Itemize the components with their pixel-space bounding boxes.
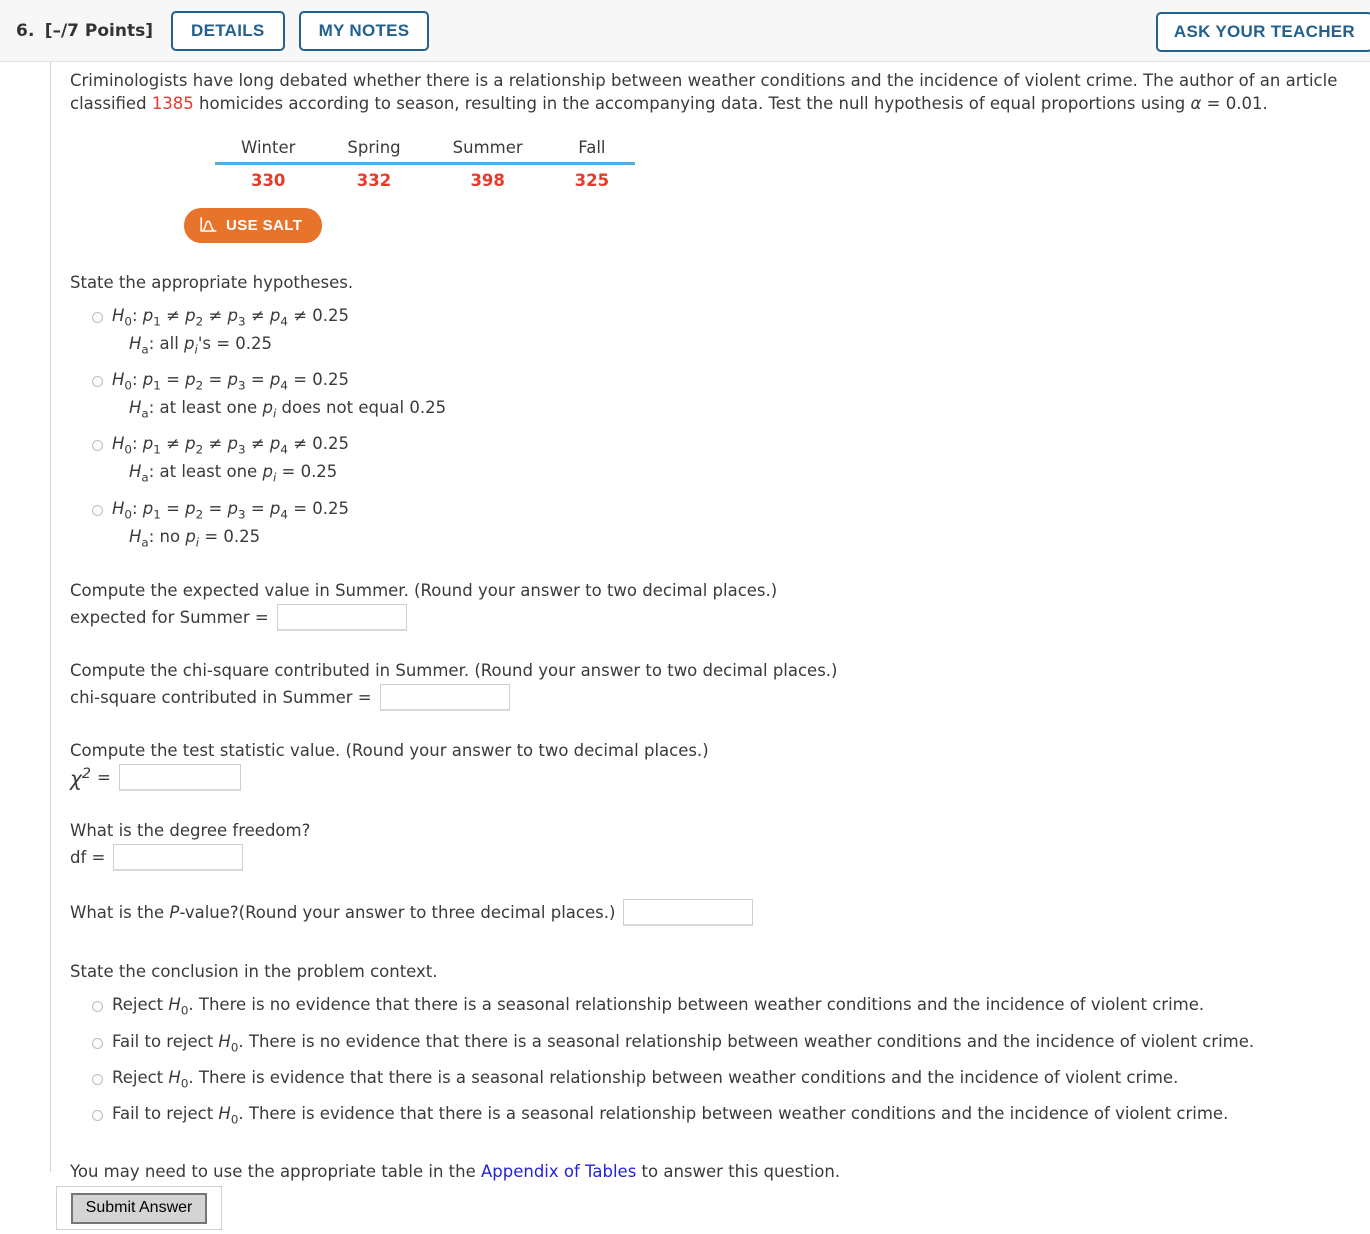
distribution-curve-icon bbox=[200, 217, 217, 233]
question-points: [–/7 Points] bbox=[44, 20, 153, 41]
hypothesis-2-alt: Ha: at least one pi does not equal 0.25 bbox=[129, 398, 447, 421]
conclusion-option-2-body: Fail to reject H0. There is no evidence … bbox=[112, 1031, 1255, 1054]
conclusion-option-1[interactable]: Reject H0. There is no evidence that the… bbox=[92, 993, 1355, 1019]
radio-hypothesis-4[interactable] bbox=[92, 504, 103, 516]
cell-summer-count: 398 bbox=[470, 170, 505, 190]
cell-fall-count: 325 bbox=[574, 170, 610, 190]
radio-conclusion-1[interactable] bbox=[92, 1001, 103, 1013]
hypothesis-1-null: H0: p1 ≠ p2 ≠ p3 ≠ p4 ≠ 0.25 bbox=[112, 305, 350, 328]
table-row: 330 332 398 325 bbox=[215, 163, 635, 194]
expected-value-question: Compute the expected value in Summer. (R… bbox=[70, 580, 778, 600]
hypothesis-1-alt: Ha: all pi's = 0.25 bbox=[129, 333, 273, 357]
hypothesis-3-alt: Ha: at least one pi = 0.25 bbox=[129, 462, 338, 485]
alpha-symbol: α bbox=[1190, 93, 1202, 113]
question-body: Criminologists have long debated whether… bbox=[0, 62, 1370, 1181]
radio-hypothesis-3[interactable] bbox=[92, 440, 103, 452]
test-statistic-question: Compute the test statistic value. (Round… bbox=[70, 741, 709, 761]
details-button[interactable]: DETAILS bbox=[171, 10, 285, 51]
hypothesis-4-alt: Ha: no pi = 0.25 bbox=[129, 526, 261, 550]
radio-hypothesis-1[interactable] bbox=[92, 311, 103, 323]
conclusion-section: State the conclusion in the problem cont… bbox=[70, 960, 1355, 1128]
use-salt-label: USE SALT bbox=[226, 216, 303, 234]
hypotheses-option-list: H0: p1 ≠ p2 ≠ p3 ≠ p4 ≠ 0.25 Ha: all pi'… bbox=[70, 304, 1355, 551]
conclusion-option-3-body: Reject H0. There is evidence that there … bbox=[112, 1067, 1179, 1090]
problem-text-part2: homicides according to season, resulting… bbox=[193, 93, 1191, 113]
chisq-contributed-label: chi-square contributed in Summer = bbox=[70, 688, 372, 708]
radio-conclusion-2[interactable] bbox=[92, 1037, 103, 1049]
hypothesis-option-1[interactable]: H0: p1 ≠ p2 ≠ p3 ≠ p4 ≠ 0.25 Ha: all pi'… bbox=[92, 304, 1355, 358]
appendix-note-before: You may need to use the appropriate tabl… bbox=[70, 1161, 481, 1181]
chisq-contributed-answer-row: chi-square contributed in Summer = bbox=[70, 684, 1355, 712]
season-data-table: Winter Spring Summer Fall 330 332 398 32… bbox=[215, 135, 636, 194]
appendix-note: You may need to use the appropriate tabl… bbox=[70, 1162, 1355, 1181]
conclusion-option-3[interactable]: Reject H0. There is evidence that there … bbox=[92, 1066, 1355, 1092]
hypotheses-heading: State the appropriate hypotheses. bbox=[70, 272, 354, 292]
pvalue-question: What is the P-value?(Round your answer t… bbox=[70, 903, 616, 923]
hypothesis-option-1-body: H0: p1 ≠ p2 ≠ p3 ≠ p4 ≠ 0.25 Ha: all pi'… bbox=[112, 304, 349, 358]
conclusion-heading: State the conclusion in the problem cont… bbox=[70, 962, 438, 982]
table-header-row: Winter Spring Summer Fall bbox=[215, 135, 636, 165]
question-content: Criminologists have long debated whether… bbox=[70, 70, 1355, 1181]
degrees-freedom-input[interactable] bbox=[113, 844, 244, 872]
column-header-fall: Fall bbox=[548, 135, 636, 165]
hypothesis-2-null: H0: p1 = p2 = p3 = p4 = 0.25 bbox=[112, 369, 350, 393]
hypothesis-option-4[interactable]: H0: p1 = p2 = p3 = p4 = 0.25 Ha: no pi =… bbox=[92, 497, 1355, 551]
chisq-contributed-question: Compute the chi-square contributed in Su… bbox=[70, 660, 838, 680]
cell-spring-count: 332 bbox=[356, 170, 392, 190]
problem-text-part3: = 0.01. bbox=[1201, 93, 1268, 113]
degrees-freedom-answer-row: df = bbox=[70, 844, 1355, 872]
column-header-spring: Spring bbox=[321, 135, 427, 165]
pvalue-answer-row: What is the P-value?(Round your answer t… bbox=[70, 899, 1355, 927]
expected-value-input[interactable] bbox=[276, 603, 407, 631]
test-statistic-equals: = bbox=[97, 768, 111, 788]
pvalue-section: What is the P-value?(Round your answer t… bbox=[70, 899, 1355, 927]
chisq-contributed-section: Compute the chi-square contributed in Su… bbox=[70, 659, 1355, 712]
problem-statement: Criminologists have long debated whether… bbox=[70, 70, 1352, 116]
column-header-summer: Summer bbox=[426, 135, 549, 165]
hypothesis-option-2-body: H0: p1 = p2 = p3 = p4 = 0.25 Ha: at leas… bbox=[112, 368, 446, 422]
conclusion-option-1-body: Reject H0. There is no evidence that the… bbox=[112, 995, 1205, 1018]
test-statistic-input[interactable] bbox=[118, 764, 241, 792]
degrees-freedom-question: What is the degree freedom? bbox=[70, 821, 311, 841]
expected-value-section: Compute the expected value in Summer. (R… bbox=[70, 579, 1355, 631]
salt-button-row: USE SALT bbox=[70, 194, 1355, 243]
question-number: 6. bbox=[16, 20, 35, 41]
submit-footer: Submit Answer bbox=[56, 1186, 222, 1230]
test-statistic-answer-row: χ2 = bbox=[70, 764, 1355, 792]
test-statistic-section: Compute the test statistic value. (Round… bbox=[70, 739, 1355, 792]
cell-winter-count: 330 bbox=[250, 170, 286, 190]
column-header-winter: Winter bbox=[215, 135, 322, 165]
radio-conclusion-4[interactable] bbox=[92, 1109, 103, 1121]
ask-your-teacher-button[interactable]: ASK YOUR TEACHER bbox=[1155, 12, 1370, 52]
homicide-count: 1385 bbox=[151, 93, 194, 113]
radio-conclusion-3[interactable] bbox=[92, 1073, 103, 1085]
expected-value-answer-row: expected for Summer = bbox=[70, 603, 1355, 631]
conclusion-option-2[interactable]: Fail to reject H0. There is no evidence … bbox=[92, 1030, 1355, 1056]
appendix-note-after: to answer this question. bbox=[636, 1161, 841, 1181]
conclusion-option-4[interactable]: Fail to reject H0. There is evidence tha… bbox=[92, 1102, 1355, 1128]
conclusion-option-list: Reject H0. There is no evidence that the… bbox=[70, 993, 1355, 1128]
appendix-of-tables-link[interactable]: Appendix of Tables bbox=[481, 1162, 636, 1181]
chi-squared-symbol: χ2 bbox=[70, 766, 91, 791]
left-rail-divider bbox=[50, 62, 51, 1172]
hypotheses-section: State the appropriate hypotheses. H0: p1… bbox=[70, 271, 1355, 551]
chisq-contributed-input[interactable] bbox=[379, 684, 510, 712]
hypothesis-option-2[interactable]: H0: p1 = p2 = p3 = p4 = 0.25 Ha: at leas… bbox=[92, 368, 1355, 422]
use-salt-button[interactable]: USE SALT bbox=[184, 207, 323, 243]
hypothesis-option-3[interactable]: H0: p1 ≠ p2 ≠ p3 ≠ p4 ≠ 0.25 Ha: at leas… bbox=[92, 432, 1355, 486]
hypothesis-3-null: H0: p1 ≠ p2 ≠ p3 ≠ p4 ≠ 0.25 bbox=[112, 434, 350, 457]
my-notes-button[interactable]: MY NOTES bbox=[298, 10, 430, 51]
degrees-freedom-section: What is the degree freedom? df = bbox=[70, 819, 1355, 872]
ask-your-teacher-wrap: ASK YOUR TEACHER bbox=[1155, 12, 1370, 52]
hypothesis-option-3-body: H0: p1 ≠ p2 ≠ p3 ≠ p4 ≠ 0.25 Ha: at leas… bbox=[112, 432, 349, 486]
hypothesis-option-4-body: H0: p1 = p2 = p3 = p4 = 0.25 Ha: no pi =… bbox=[112, 497, 349, 551]
question-header-bar: 6. [–/7 Points] DETAILS MY NOTES ASK YOU… bbox=[0, 0, 1370, 62]
expected-value-label: expected for Summer = bbox=[70, 607, 269, 627]
radio-hypothesis-2[interactable] bbox=[92, 375, 103, 387]
conclusion-option-4-body: Fail to reject H0. There is evidence tha… bbox=[112, 1103, 1229, 1127]
hypothesis-4-null: H0: p1 = p2 = p3 = p4 = 0.25 bbox=[112, 498, 350, 521]
degrees-freedom-label: df = bbox=[70, 848, 106, 868]
pvalue-input[interactable] bbox=[623, 899, 754, 927]
submit-answer-button[interactable]: Submit Answer bbox=[70, 1192, 208, 1224]
